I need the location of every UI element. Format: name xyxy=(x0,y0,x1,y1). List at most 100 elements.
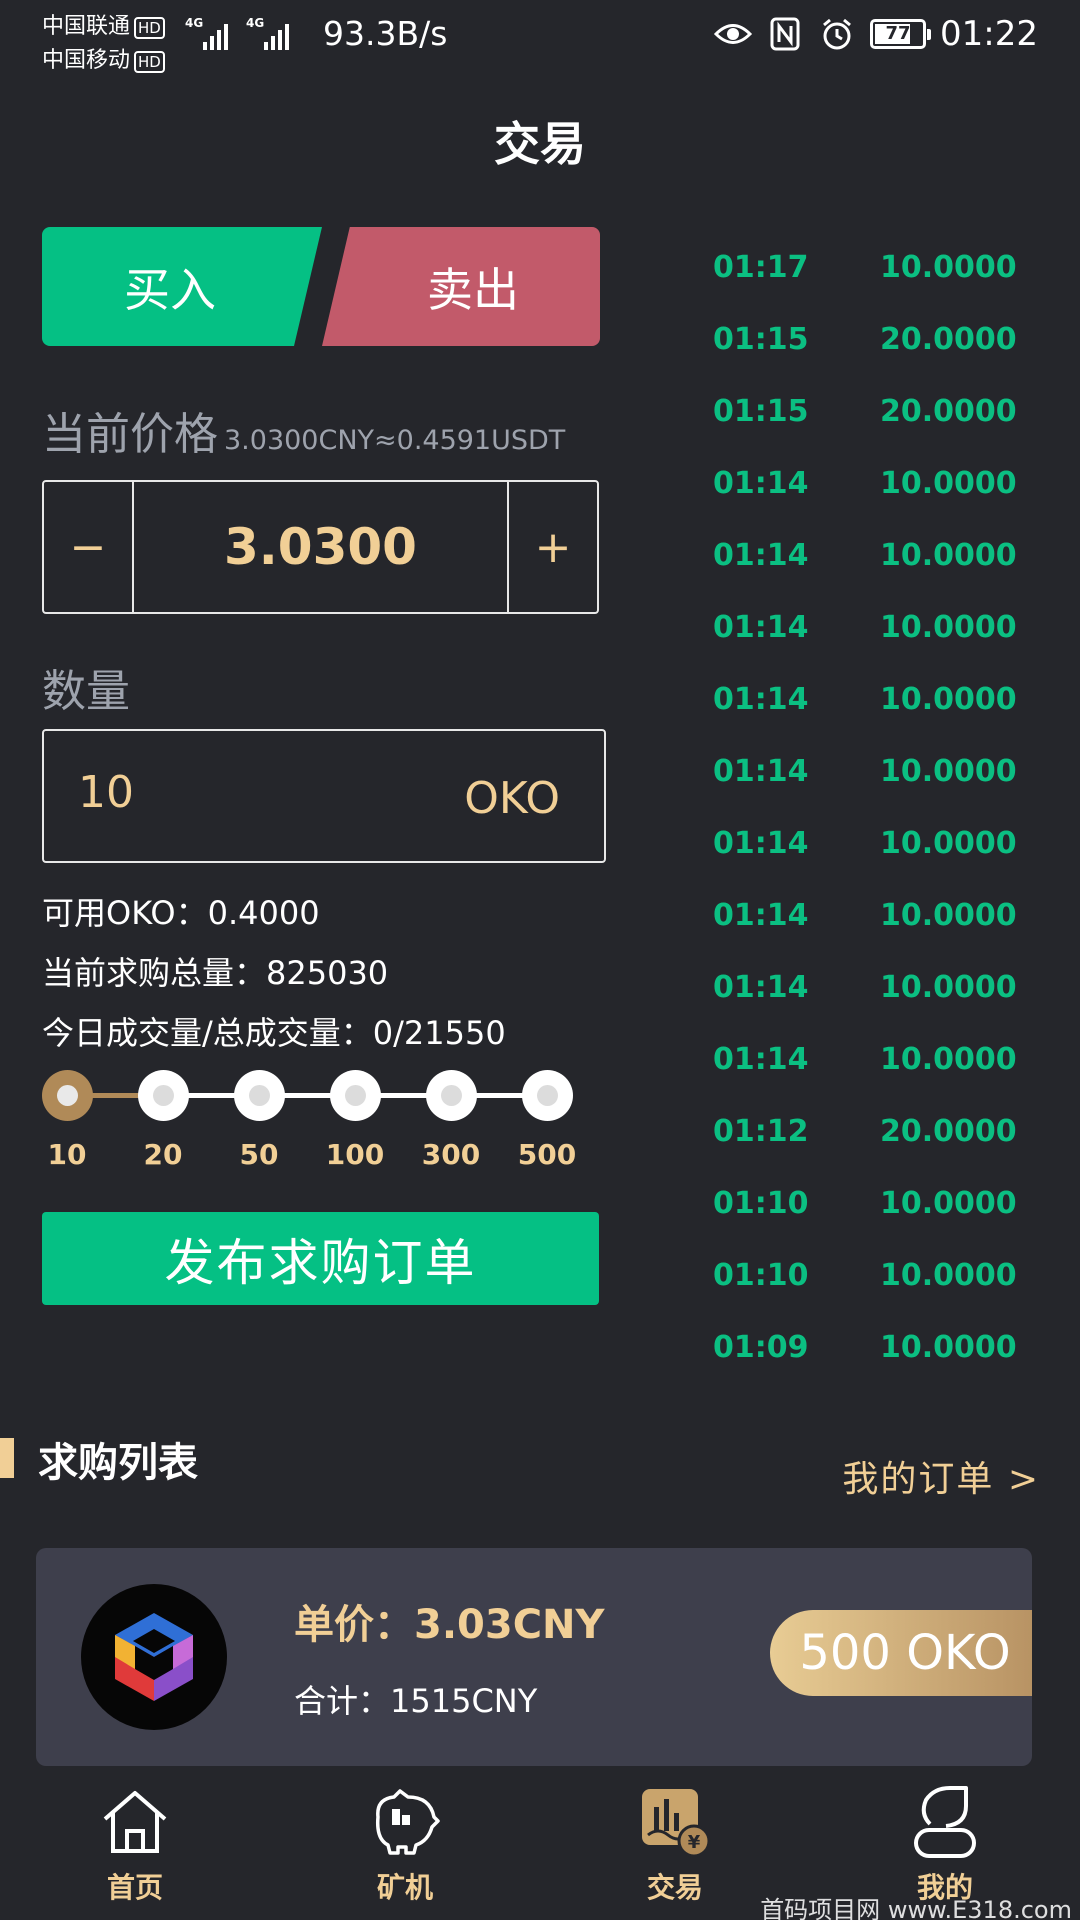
trade-amount: 10.0000 xyxy=(880,682,1017,717)
sell-tab[interactable]: 卖出 xyxy=(322,227,600,346)
price-conversion: 3.0300CNY≈0.4591USDT xyxy=(224,425,566,456)
buy-tab[interactable]: 买入 xyxy=(42,227,322,346)
trade-time: 01:14 xyxy=(713,826,809,861)
trade-row: 01:17 10.0000 xyxy=(690,250,1050,322)
trade-amount: 20.0000 xyxy=(880,322,1017,357)
trade-row: 01:14 10.0000 xyxy=(690,826,1050,898)
slider-stop-300[interactable] xyxy=(426,1070,477,1121)
carrier-1-name: 中国联通 xyxy=(42,14,131,39)
nav-item-miner[interactable]: 矿机 xyxy=(270,1768,540,1920)
available-balance: 可用OKO：0.4000 xyxy=(42,894,320,932)
net-type-label: 4G xyxy=(246,16,265,30)
trade-amount: 10.0000 xyxy=(880,1258,1017,1293)
trade-row: 01:14 10.0000 xyxy=(690,970,1050,1042)
trade-time: 01:15 xyxy=(713,322,809,357)
trade-time: 01:14 xyxy=(713,682,809,717)
trade-time: 01:14 xyxy=(713,1042,809,1077)
trade-volume: 今日成交量/总成交量：0/21550 xyxy=(42,1014,506,1052)
trade-time: 01:14 xyxy=(713,754,809,789)
trade-time: 01:10 xyxy=(713,1258,809,1293)
price-label-text: 当前价格 xyxy=(42,409,218,460)
order-card[interactable]: 单价：3.03CNY 合计：1515CNY 500 OKO xyxy=(36,1548,1032,1766)
net-speed: 93.3B/s xyxy=(323,14,448,53)
slider-stop-10[interactable] xyxy=(42,1070,93,1121)
price-input[interactable]: 3.0300 xyxy=(134,482,507,612)
status-bar: 中国联通 HD 中国移动 HD 4G 4G 93.3B/s 77 01:22 xyxy=(0,0,1080,80)
nfc-icon xyxy=(766,15,804,53)
trade-row: 01:14 10.0000 xyxy=(690,466,1050,538)
trade-row: 01:09 10.0000 xyxy=(690,1330,1050,1402)
nav-item-home[interactable]: 首页 xyxy=(0,1768,270,1920)
slider-tick-label: 500 xyxy=(517,1138,577,1171)
trade-amount: 10.0000 xyxy=(880,1042,1017,1077)
quantity-label: 数量 xyxy=(42,666,130,717)
profile-icon xyxy=(907,1784,983,1860)
carrier-2: 中国移动 HD xyxy=(42,42,165,74)
trade-icon: ¥ xyxy=(637,1784,713,1860)
signal-group: 4G 4G xyxy=(185,16,289,50)
signal-strength-icon: 4G xyxy=(185,16,228,50)
publish-order-button[interactable]: 发布求购订单 xyxy=(42,1212,599,1305)
trade-row: 01:15 20.0000 xyxy=(690,322,1050,394)
clock: 01:22 xyxy=(940,14,1038,54)
increase-price-button[interactable]: + xyxy=(507,482,597,612)
trade-time: 01:14 xyxy=(713,610,809,645)
slider-stop-500[interactable] xyxy=(522,1070,573,1121)
trade-amount: 10.0000 xyxy=(880,1186,1017,1221)
trade-amount: 10.0000 xyxy=(880,610,1017,645)
home-icon xyxy=(97,1784,173,1860)
trade-amount: 10.0000 xyxy=(880,250,1017,285)
slider-tick-label: 20 xyxy=(143,1138,183,1171)
trade-row: 01:14 10.0000 xyxy=(690,1042,1050,1114)
status-right: 77 01:22 xyxy=(714,14,1038,54)
trade-time: 01:17 xyxy=(713,250,809,285)
order-unit-price: 单价：3.03CNY xyxy=(294,1602,605,1648)
slider-stop-100[interactable] xyxy=(330,1070,381,1121)
trade-row: 01:14 10.0000 xyxy=(690,538,1050,610)
my-orders-link[interactable]: 我的订单 > xyxy=(842,1450,1040,1502)
price-stepper: − 3.0300 + xyxy=(42,480,599,614)
trade-amount: 10.0000 xyxy=(880,466,1017,501)
net-type-label: 4G xyxy=(185,16,204,30)
quantity-input[interactable]: 10 OKO xyxy=(42,729,606,863)
trade-time: 01:15 xyxy=(713,394,809,429)
decrease-price-button[interactable]: − xyxy=(44,482,134,612)
order-amount-button[interactable]: 500 OKO xyxy=(770,1610,1032,1696)
slider-stop-50[interactable] xyxy=(234,1070,285,1121)
trade-amount: 10.0000 xyxy=(880,754,1017,789)
trade-amount: 10.0000 xyxy=(880,538,1017,573)
svg-text:¥: ¥ xyxy=(688,1832,701,1853)
trade-time: 01:09 xyxy=(713,1330,809,1365)
carrier-2-name: 中国移动 xyxy=(42,48,131,73)
trade-amount: 10.0000 xyxy=(880,826,1017,861)
slider-tick-label: 50 xyxy=(239,1138,279,1171)
trade-row: 01:14 10.0000 xyxy=(690,682,1050,754)
trade-row: 01:14 10.0000 xyxy=(690,610,1050,682)
slider-stop-20[interactable] xyxy=(138,1070,189,1121)
page-title: 交易 xyxy=(494,117,586,171)
section-accent-bar xyxy=(0,1438,14,1478)
trade-row: 01:12 20.0000 xyxy=(690,1114,1050,1186)
quantity-value[interactable]: 10 xyxy=(78,767,134,818)
price-label: 当前价格 3.0300CNY≈0.4591USDT xyxy=(42,398,565,462)
section-title: 求购列表 xyxy=(38,1440,198,1486)
battery-icon: 77 xyxy=(870,19,932,49)
trade-row: 01:14 10.0000 xyxy=(690,898,1050,970)
alarm-icon xyxy=(818,15,856,53)
trade-time: 01:14 xyxy=(713,466,809,501)
nav-label: 矿机 xyxy=(376,1871,433,1904)
quantity-slider[interactable]: 10 20 50 100 300 500 xyxy=(42,1068,582,1188)
trade-amount: 10.0000 xyxy=(880,970,1017,1005)
trade-time: 01:12 xyxy=(713,1114,809,1149)
trade-time: 01:14 xyxy=(713,898,809,933)
signal-strength-icon: 4G xyxy=(246,16,289,50)
trade-row: 01:10 10.0000 xyxy=(690,1186,1050,1258)
total-demand: 当前求购总量：825030 xyxy=(42,954,389,992)
trade-amount: 10.0000 xyxy=(880,1330,1017,1365)
hd-badge: HD xyxy=(134,17,165,39)
battery-level: 77 xyxy=(885,23,911,44)
order-total: 合计：1515CNY xyxy=(294,1682,538,1720)
quantity-unit: OKO xyxy=(464,773,560,824)
trade-time: 01:14 xyxy=(713,970,809,1005)
trade-time: 01:14 xyxy=(713,538,809,573)
